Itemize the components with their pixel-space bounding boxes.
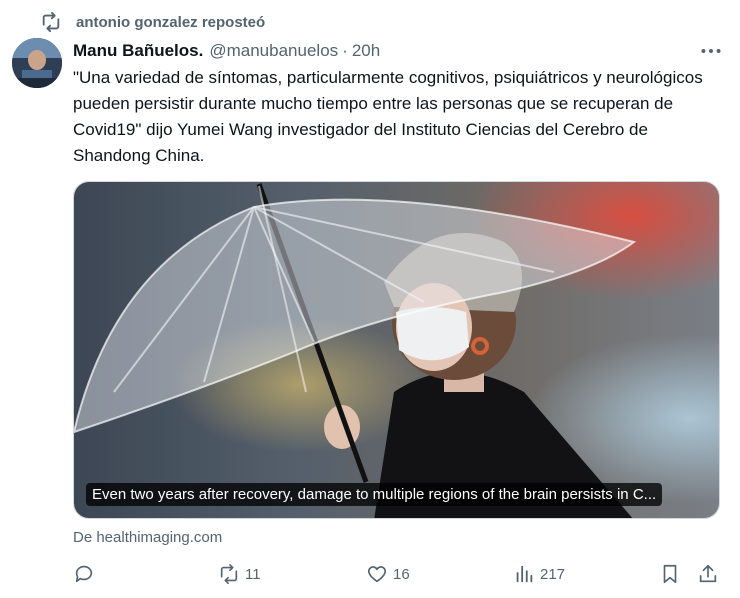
timestamp[interactable]: 20h bbox=[352, 41, 380, 61]
bookmark-button[interactable] bbox=[659, 560, 681, 588]
separator-dot: · bbox=[342, 41, 348, 60]
repost-context[interactable]: antonio gonzalez reposteó bbox=[40, 10, 265, 34]
repost-icon bbox=[220, 564, 238, 584]
like-count: 16 bbox=[393, 565, 410, 583]
views-icon bbox=[516, 565, 533, 583]
action-bar: 11 16 217 bbox=[73, 560, 723, 588]
tweet-header: Manu Bañuelos. @manubanuelos · 20h bbox=[73, 40, 724, 62]
repost-count: 11 bbox=[245, 565, 261, 583]
repost-icon bbox=[42, 11, 60, 33]
author-name[interactable]: Manu Bañuelos. bbox=[73, 41, 203, 61]
umbrella-photo bbox=[74, 182, 719, 518]
like-button[interactable]: 16 bbox=[366, 560, 410, 588]
views-button[interactable]: 217 bbox=[513, 560, 565, 588]
more-options-icon[interactable] bbox=[698, 38, 724, 64]
share-icon bbox=[699, 564, 717, 583]
bookmark-icon bbox=[663, 564, 677, 584]
tweet-text: "Una variedad de síntomas, particularmen… bbox=[73, 68, 703, 165]
repost-button[interactable]: 11 bbox=[218, 560, 261, 588]
avatar[interactable] bbox=[12, 38, 62, 88]
views-count: 217 bbox=[540, 565, 566, 583]
reply-icon bbox=[75, 565, 93, 583]
share-button[interactable] bbox=[697, 560, 719, 588]
heart-icon bbox=[367, 566, 387, 583]
repost-label[interactable]: antonio gonzalez reposteó bbox=[76, 14, 265, 31]
author-handle[interactable]: @manubanuelos bbox=[209, 41, 338, 61]
link-card-image[interactable]: Even two years after recovery, damage to… bbox=[73, 181, 720, 519]
reply-button[interactable] bbox=[73, 560, 95, 588]
link-source[interactable]: De healthimaging.com bbox=[73, 529, 222, 546]
link-card-caption[interactable]: Even two years after recovery, damage to… bbox=[86, 483, 663, 506]
